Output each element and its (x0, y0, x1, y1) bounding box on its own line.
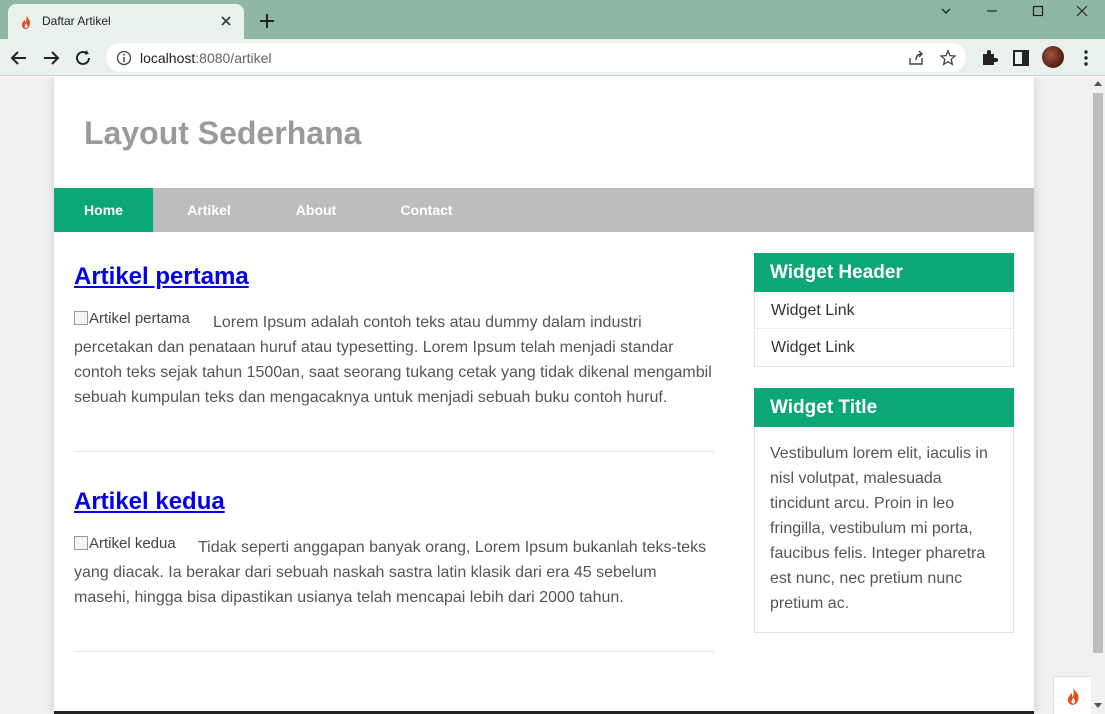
main-nav: Home Artikel About Contact (54, 188, 1034, 232)
article-text: Lorem Ipsum adalah contoh teks atau dumm… (74, 314, 712, 406)
side-panel-icon[interactable] (1011, 48, 1031, 68)
article-text: Tidak seperti anggapan banyak orang, Lor… (74, 539, 707, 606)
site-header: Layout Sederhana (54, 77, 1034, 188)
minimize-button[interactable] (969, 0, 1015, 24)
close-tab-icon[interactable] (216, 11, 236, 31)
tab-title: Daftar Artikel (42, 14, 111, 28)
bookmark-star-icon[interactable] (939, 49, 957, 67)
page-container: Layout Sederhana Home Artikel About Cont… (54, 77, 1034, 714)
share-icon[interactable] (907, 49, 925, 67)
scroll-up-arrow-icon[interactable] (1094, 81, 1102, 86)
article-title-link[interactable]: Artikel pertama (74, 263, 249, 291)
new-tab-icon[interactable] (256, 10, 278, 32)
article-title-link[interactable]: Artikel kedua (74, 488, 225, 516)
nav-artikel[interactable]: Artikel (153, 188, 265, 232)
debug-toolbar-badge[interactable] (1053, 676, 1091, 714)
widget-link[interactable]: Widget Link (755, 292, 1013, 329)
flame-icon (21, 15, 30, 29)
url-host: localhost (140, 50, 196, 66)
browser-toolbar: localhost:8080/artikel (0, 39, 1105, 76)
scroll-down-arrow-icon[interactable] (1094, 703, 1102, 708)
page-scrollbar[interactable] (1091, 77, 1105, 714)
widget-body-text: Vestibulum lorem elit, iaculis in nisl v… (770, 445, 988, 612)
chevron-down-icon (941, 8, 951, 14)
close-window-button[interactable] (1059, 0, 1105, 24)
browser-tab[interactable]: Daftar Artikel (8, 4, 244, 39)
nav-about[interactable]: About (265, 188, 367, 232)
forward-arrow-icon[interactable] (40, 47, 62, 69)
reload-icon[interactable] (72, 47, 94, 69)
scroll-thumb[interactable] (1093, 93, 1103, 653)
widget-title: Widget Title (754, 388, 1014, 427)
extensions-puzzle-icon[interactable] (979, 48, 999, 68)
minimize-icon (987, 10, 997, 12)
widget-links: Widget Header Widget Link Widget Link (754, 253, 1014, 367)
url-path: :8080/artikel (195, 50, 272, 66)
article-divider (74, 651, 714, 652)
widget-link[interactable]: Widget Link (755, 329, 1013, 366)
profile-avatar[interactable] (1042, 46, 1064, 68)
browser-tab-bar: Daftar Artikel (0, 0, 1105, 39)
menu-kebab-icon[interactable] (1076, 48, 1096, 68)
url-text: localhost:8080/artikel (140, 50, 272, 66)
tab-search-button[interactable] (923, 0, 969, 24)
address-bar[interactable]: localhost:8080/artikel (106, 43, 966, 72)
article-divider (74, 451, 714, 452)
close-icon (1076, 5, 1088, 17)
maximize-icon (1032, 5, 1044, 17)
info-icon[interactable] (116, 50, 132, 66)
page-viewport: Layout Sederhana Home Artikel About Cont… (0, 77, 1091, 714)
flame-icon (1067, 687, 1079, 705)
nav-home[interactable]: Home (54, 188, 153, 232)
back-arrow-icon[interactable] (8, 47, 30, 69)
nav-contact[interactable]: Contact (367, 188, 486, 232)
widget-header: Widget Header (754, 253, 1014, 292)
widget-text: Widget Title Vestibulum lorem elit, iacu… (754, 388, 1014, 633)
maximize-button[interactable] (1015, 0, 1061, 24)
site-title: Layout Sederhana (84, 115, 362, 151)
